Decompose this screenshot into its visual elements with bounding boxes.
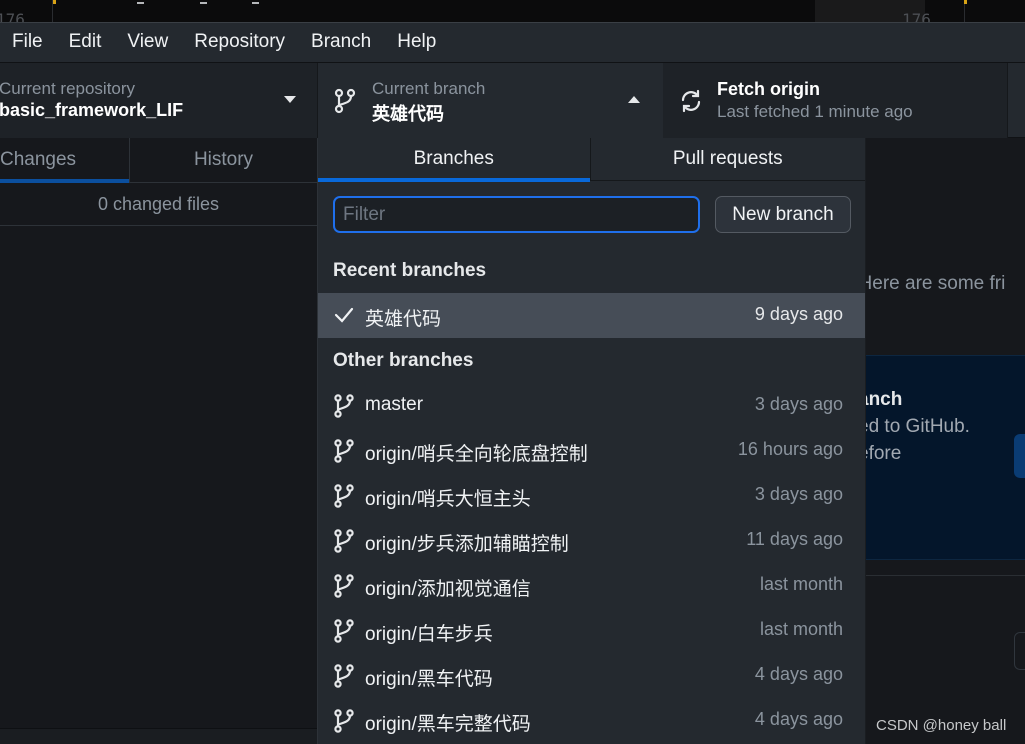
git-branch-icon [334, 709, 354, 733]
current-repository-name: basic_framework_LIF [0, 100, 184, 120]
publish-branch-panel: anch ed to GitHub. efore [858, 355, 1025, 560]
branch-time: 3 days ago [754, 484, 843, 504]
fetch-origin-title: Fetch origin [717, 79, 820, 99]
branch-item[interactable]: origin/步兵添加辅瞄控制 11 days ago [318, 518, 865, 563]
git-branch-icon [334, 574, 354, 598]
menu-repository[interactable]: Repository [182, 23, 299, 63]
toolbar: Current repository basic_framework_LIF C… [0, 62, 1025, 138]
sidebar: Changes History 0 changed files [0, 138, 318, 744]
watermark: CSDN @honey ball [876, 717, 1007, 734]
branch-item[interactable]: origin/哨兵大恒主头 3 days ago [318, 473, 865, 518]
git-branch-icon [334, 664, 354, 688]
tab-pull-requests[interactable]: Pull requests [591, 138, 866, 181]
chevron-down-icon [284, 96, 296, 103]
check-icon [334, 305, 354, 327]
secondary-action-button[interactable] [1014, 632, 1025, 670]
panel-description: ed to GitHub. [858, 416, 970, 437]
branch-time: 11 days ago [746, 529, 843, 549]
tab-changes[interactable]: Changes [0, 138, 130, 183]
sidebar-tabs: Changes History [0, 138, 317, 183]
sidebar-footer [0, 728, 317, 744]
chevron-up-icon [628, 96, 640, 103]
background-line-number: 176 [0, 10, 25, 22]
menu-edit[interactable]: Edit [57, 23, 116, 63]
git-branch-icon [334, 439, 354, 463]
background-marker [964, 0, 967, 4]
git-branch-icon [334, 88, 356, 119]
branch-name: 英雄代码 [365, 309, 442, 330]
menu-help[interactable]: Help [385, 23, 450, 63]
branch-name: origin/白车步兵 [365, 624, 493, 645]
background-window-strip: 176 176 [0, 0, 1025, 22]
current-repository-label: Current repository [0, 79, 136, 98]
branch-name: origin/添加视觉通信 [365, 579, 531, 600]
sync-icon [679, 89, 703, 118]
recent-branches-heading: Recent branches [333, 260, 487, 281]
dropdown-tabs: Branches Pull requests [318, 138, 866, 182]
branch-name: origin/黑车代码 [365, 669, 493, 690]
background-text-fragment [137, 2, 144, 4]
current-branch-label: Current branch [372, 79, 486, 98]
branch-item-current[interactable]: 英雄代码 9 days ago [318, 293, 865, 338]
branch-item[interactable]: master 3 days ago [318, 383, 865, 428]
menu-bar: File Edit View Repository Branch Help [0, 22, 1025, 62]
changed-files-count: 0 changed files [0, 183, 317, 226]
menu-file[interactable]: File [0, 23, 57, 63]
background-text-fragment [252, 2, 259, 4]
current-branch-name: 英雄代码 [372, 104, 444, 124]
branch-time: 3 days ago [754, 394, 843, 414]
filter-row: New branch [333, 196, 853, 234]
publish-branch-button[interactable] [1014, 434, 1025, 478]
divider [858, 575, 1025, 576]
current-branch-button[interactable]: Current branch 英雄代码 [318, 63, 663, 138]
branch-item[interactable]: origin/黑车代码 4 days ago [318, 653, 865, 698]
branch-filter-input[interactable] [333, 196, 700, 233]
git-branch-icon [334, 394, 354, 418]
branch-item[interactable]: origin/黑车完整代码 4 days ago [318, 698, 865, 743]
branch-time: 4 days ago [754, 664, 843, 684]
branch-name: origin/黑车完整代码 [365, 714, 531, 735]
tab-history[interactable]: History [130, 138, 317, 183]
current-repository-button[interactable]: Current repository basic_framework_LIF [0, 63, 318, 138]
branch-time: 16 hours ago [737, 439, 843, 459]
background-line-number: 176 [902, 10, 931, 22]
welcome-text: . Here are some fri [848, 273, 1006, 294]
fetch-origin-button[interactable]: Fetch origin Last fetched 1 minute ago [663, 63, 1008, 138]
git-branch-icon [334, 529, 354, 553]
tab-branches[interactable]: Branches [318, 138, 591, 182]
other-branches-heading: Other branches [333, 350, 474, 371]
branch-name: master [365, 394, 424, 415]
branch-dropdown: Branches Pull requests New branch Recent… [318, 138, 866, 744]
menu-view[interactable]: View [115, 23, 182, 63]
branch-name: origin/哨兵大恒主头 [365, 489, 531, 510]
branch-time: last month [759, 619, 843, 639]
branch-item[interactable]: origin/添加视觉通信 last month [318, 563, 865, 608]
last-fetched-text: Last fetched 1 minute ago [717, 102, 913, 121]
git-branch-icon [334, 484, 354, 508]
background-marker [53, 0, 56, 4]
menu-branch[interactable]: Branch [299, 23, 385, 63]
branch-item[interactable]: origin/哨兵全向轮底盘控制 16 hours ago [318, 428, 865, 473]
branch-name: origin/哨兵全向轮底盘控制 [365, 444, 588, 465]
branch-name: origin/步兵添加辅瞄控制 [365, 534, 569, 555]
background-text-fragment [200, 2, 207, 4]
new-branch-button[interactable]: New branch [715, 196, 851, 233]
git-branch-icon [334, 619, 354, 643]
branch-time: 4 days ago [754, 709, 843, 729]
branch-item[interactable]: origin/白车步兵 last month [318, 608, 865, 653]
branch-time: 9 days ago [754, 304, 843, 324]
branch-time: last month [759, 574, 843, 594]
